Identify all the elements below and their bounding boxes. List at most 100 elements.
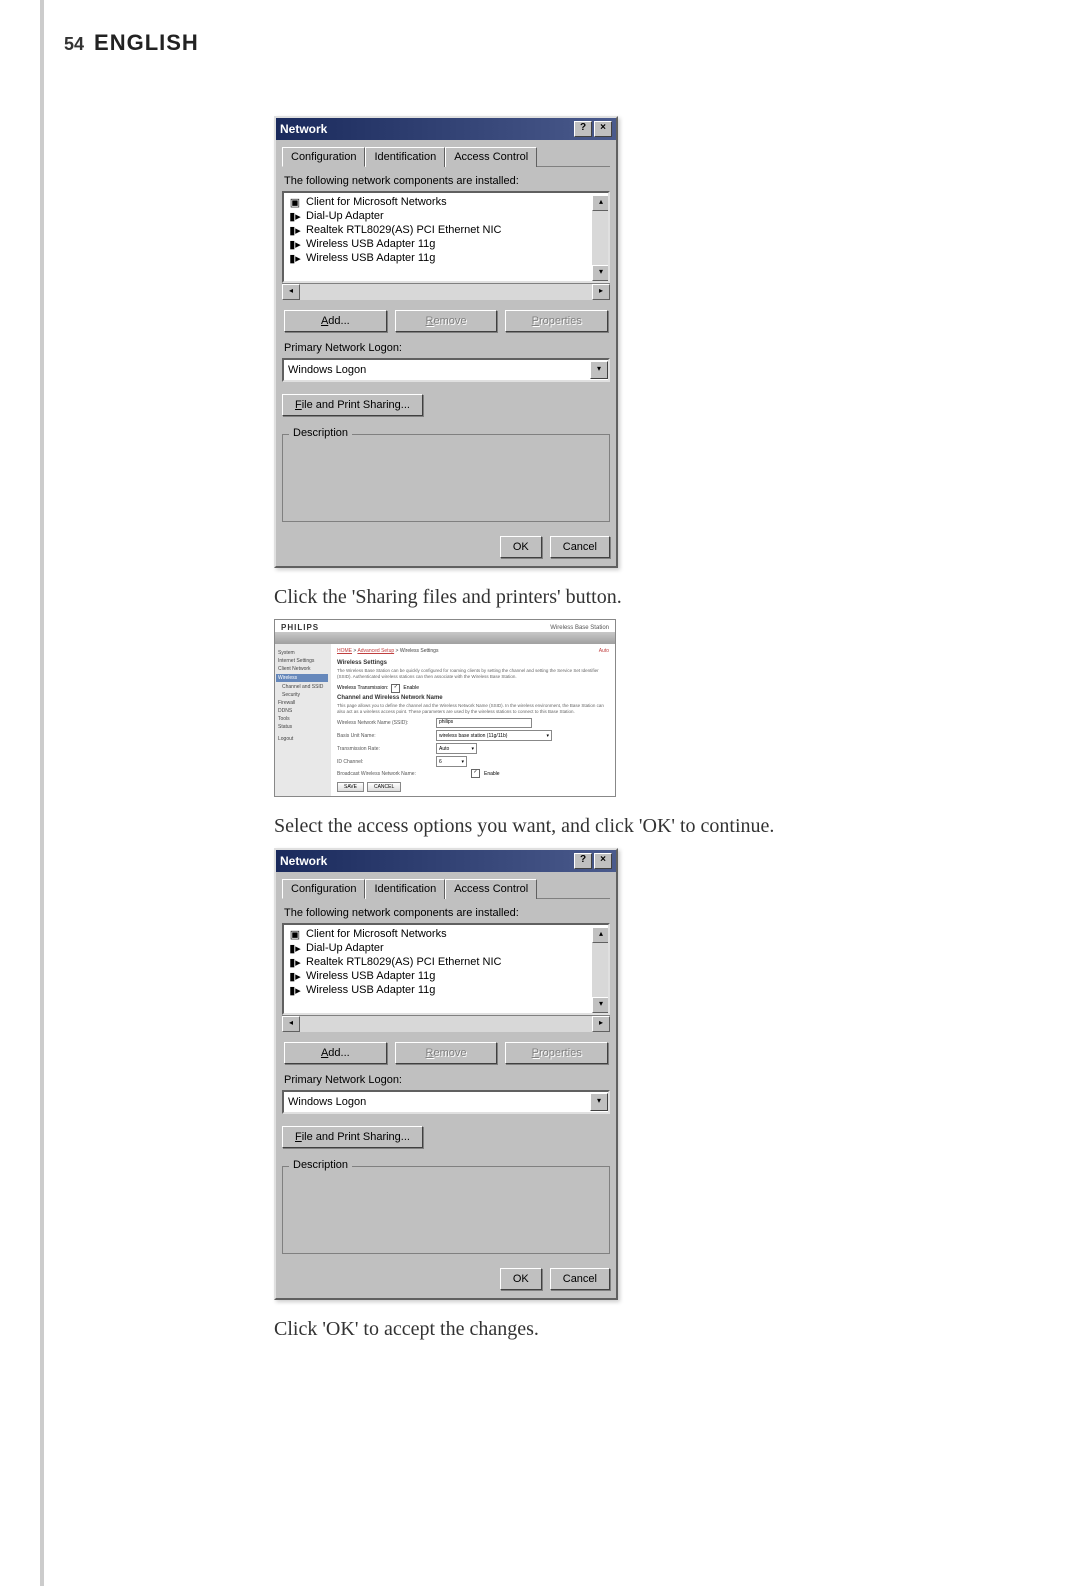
list-item[interactable]: ▣ Client for Microsoft Networks [286, 195, 592, 209]
list-item[interactable]: ▮▸ Dial-Up Adapter [286, 941, 592, 955]
sidebar-item-security[interactable]: Security [278, 692, 328, 698]
list-item[interactable]: ▮▸ Wireless USB Adapter 11g [286, 251, 592, 265]
ok-button[interactable]: OK [500, 1268, 542, 1290]
components-listbox[interactable]: ▣ Client for Microsoft Networks ▮▸ Dial-… [282, 923, 610, 1015]
list-item-label: Wireless USB Adapter 11g [306, 984, 435, 996]
ssid-input[interactable]: philips [436, 718, 532, 728]
remove-button[interactable]: Remove [395, 1042, 498, 1064]
network-dialog-1: Network ? × Configuration Identification… [274, 116, 618, 568]
vertical-scrollbar[interactable]: ▴ ▾ [592, 927, 608, 1013]
chevron-down-icon[interactable]: ▾ [590, 1093, 608, 1111]
properties-button[interactable]: Properties [505, 1042, 608, 1064]
tab-access-control[interactable]: Access Control [445, 147, 537, 167]
cancel-button[interactable]: Cancel [550, 1268, 610, 1290]
channel-ssid-title: Channel and Wireless Network Name [337, 695, 609, 701]
dropdown-value: Windows Logon [284, 1096, 590, 1108]
transmission-label: Transmission Rate: [337, 746, 432, 752]
sidebar-item-internet[interactable]: Internet Settings [278, 658, 328, 664]
tab-access-control[interactable]: Access Control [445, 879, 537, 899]
wireless-transmission-label: Wireless Transmission: [337, 685, 388, 691]
horizontal-scrollbar[interactable]: ◂ ▸ [282, 1015, 610, 1032]
primary-logon-label: Primary Network Logon: [284, 1074, 608, 1086]
help-icon[interactable]: ? [574, 853, 592, 869]
caption-share: Click the 'Sharing files and printers' b… [274, 586, 974, 609]
list-item[interactable]: ▮▸ Dial-Up Adapter [286, 209, 592, 223]
dialog-title: Network [280, 854, 327, 868]
chevron-down-icon[interactable]: ▾ [590, 361, 608, 379]
cancel-button[interactable]: Cancel [550, 536, 610, 558]
enable-checkbox[interactable]: ✓ [391, 684, 400, 693]
dialog-title: Network [280, 122, 327, 136]
sidebar-item-tools[interactable]: Tools [278, 716, 328, 722]
scroll-down-icon[interactable]: ▾ [592, 997, 610, 1013]
caption-click-ok: Click 'OK' to accept the changes. [274, 1318, 974, 1341]
nic-icon: ▮▸ [288, 956, 302, 968]
wireless-settings-para: The Wireless Base Station can be quickly… [337, 668, 609, 680]
web-cancel-button[interactable]: CANCEL [367, 782, 401, 792]
client-icon: ▣ [288, 196, 302, 208]
sidebar-item-wireless[interactable]: Wireless [276, 674, 328, 682]
list-item[interactable]: ▮▸ Realtek RTL8029(AS) PCI Ethernet NIC [286, 955, 592, 969]
transmission-select[interactable]: Auto▾ [436, 743, 477, 754]
primary-logon-dropdown[interactable]: Windows Logon ▾ [282, 358, 610, 382]
breadcrumb-home[interactable]: HOME [337, 648, 352, 654]
basis-select[interactable]: wireless base station (11g/11b)▾ [436, 730, 552, 741]
list-item[interactable]: ▮▸ Realtek RTL8029(AS) PCI Ethernet NIC [286, 223, 592, 237]
list-item-label: Wireless USB Adapter 11g [306, 238, 435, 250]
wireless-icon: ▮▸ [288, 970, 302, 982]
scroll-right-icon[interactable]: ▸ [592, 1016, 610, 1032]
sidebar-item-system[interactable]: System [278, 650, 328, 656]
description-label: Description [289, 427, 352, 439]
sidebar-item-client[interactable]: Client Network [278, 666, 328, 672]
network-dialog-2: Network ? × Configuration Identification… [274, 848, 618, 1300]
list-item-label: Client for Microsoft Networks [306, 928, 447, 940]
tab-identification[interactable]: Identification [365, 147, 445, 167]
sidebar-item-channel-ssid[interactable]: Channel and SSID [278, 684, 328, 690]
scroll-down-icon[interactable]: ▾ [592, 265, 610, 281]
philips-logo: PHILIPS [281, 623, 319, 632]
scroll-right-icon[interactable]: ▸ [592, 284, 610, 300]
ok-button[interactable]: OK [500, 536, 542, 558]
sidebar-item-status[interactable]: Status [278, 724, 328, 730]
horizontal-scrollbar[interactable]: ◂ ▸ [282, 283, 610, 300]
scroll-left-icon[interactable]: ◂ [282, 1016, 300, 1032]
remove-button[interactable]: Remove [395, 310, 498, 332]
tab-row: Configuration Identification Access Cont… [282, 878, 610, 899]
add-button[interactable]: Add... [284, 1042, 387, 1064]
nic-icon: ▮▸ [288, 224, 302, 236]
close-icon[interactable]: × [594, 853, 612, 869]
web-save-button[interactable]: SAVE [337, 782, 364, 792]
breadcrumb-advanced[interactable]: Advanced Setup [357, 648, 394, 654]
file-print-sharing-button[interactable]: File and Print Sharing... [282, 394, 423, 416]
vertical-scrollbar[interactable]: ▴ ▾ [592, 195, 608, 281]
file-print-sharing-button[interactable]: File and Print Sharing... [282, 1126, 423, 1148]
scroll-left-icon[interactable]: ◂ [282, 284, 300, 300]
list-item[interactable]: ▮▸ Wireless USB Adapter 11g [286, 983, 592, 997]
components-listbox[interactable]: ▣ Client for Microsoft Networks ▮▸ Dial-… [282, 191, 610, 283]
properties-button[interactable]: Properties [505, 310, 608, 332]
tab-identification[interactable]: Identification [365, 879, 445, 899]
sidebar-item-ddns[interactable]: DDNS [278, 708, 328, 714]
scroll-up-icon[interactable]: ▴ [592, 927, 610, 943]
auto-link[interactable]: Auto [599, 648, 609, 654]
close-icon[interactable]: × [594, 121, 612, 137]
enable-label: Enable [403, 685, 419, 691]
web-tabs-bar [275, 632, 615, 644]
components-label: The following network components are ins… [284, 907, 608, 919]
add-button[interactable]: Add... [284, 310, 387, 332]
sidebar-item-firewall[interactable]: Firewall [278, 700, 328, 706]
broadcast-checkbox[interactable]: ✓ [471, 769, 480, 778]
channel-select[interactable]: 6▾ [436, 756, 467, 767]
list-item[interactable]: ▮▸ Wireless USB Adapter 11g [286, 969, 592, 983]
sidebar-item-logout[interactable]: Logout [278, 736, 328, 742]
list-item[interactable]: ▮▸ Wireless USB Adapter 11g [286, 237, 592, 251]
tab-configuration[interactable]: Configuration [282, 879, 365, 899]
list-item-label: Client for Microsoft Networks [306, 196, 447, 208]
scroll-up-icon[interactable]: ▴ [592, 195, 610, 211]
list-item-label: Realtek RTL8029(AS) PCI Ethernet NIC [306, 956, 501, 968]
list-item[interactable]: ▣ Client for Microsoft Networks [286, 927, 592, 941]
primary-logon-dropdown[interactable]: Windows Logon ▾ [282, 1090, 610, 1114]
tab-configuration[interactable]: Configuration [282, 147, 365, 167]
help-icon[interactable]: ? [574, 121, 592, 137]
brand-text: Wireless Base Station [550, 625, 609, 631]
